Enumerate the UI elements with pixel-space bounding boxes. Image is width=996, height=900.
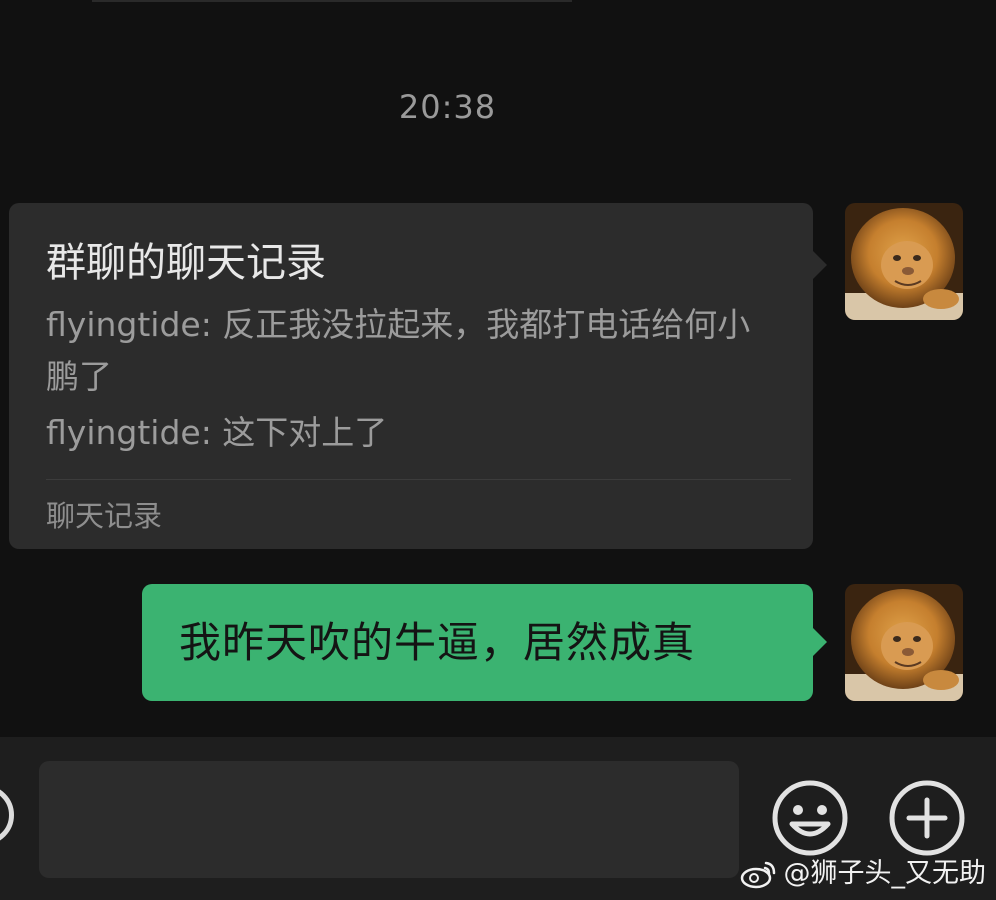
chat-record-line: flyingtide: 反正我没拉起来，我都打电话给何小鹏了 [46, 305, 751, 396]
sender-avatar[interactable] [845, 584, 963, 701]
chat-record-card[interactable]: 群聊的聊天记录 flyingtide: 反正我没拉起来，我都打电话给何小鹏了 f… [9, 203, 827, 549]
sender-avatar[interactable] [845, 203, 963, 320]
emoji-icon[interactable] [770, 778, 850, 858]
lion-cat-avatar-image [845, 584, 963, 701]
outgoing-message-text: 我昨天吹的牛逼，居然成真 [179, 618, 696, 667]
message-timestamp: 20:38 [398, 88, 497, 126]
top-divider [92, 0, 572, 2]
message-input[interactable] [39, 761, 739, 878]
weibo-logo-icon [740, 861, 775, 889]
plus-icon[interactable] [887, 778, 967, 858]
watermark-text: @狮子头_又无助 [783, 858, 987, 889]
lion-cat-avatar-image [845, 203, 963, 320]
chat-record-line: flyingtide: 这下对上了 [46, 413, 388, 452]
chat-screen: 20:38 群聊的聊天记录 flyingtide: 反正我没拉起来，我都打电话给… [0, 0, 996, 900]
weibo-watermark: @狮子头_又无助 [740, 856, 987, 892]
voice-icon[interactable] [0, 785, 14, 845]
chat-record-title: 群聊的聊天记录 [46, 240, 326, 286]
outgoing-message-bubble[interactable]: 我昨天吹的牛逼，居然成真 [142, 584, 827, 701]
chat-record-footer: 聊天记录 [46, 499, 163, 533]
chat-record-divider [46, 479, 791, 480]
